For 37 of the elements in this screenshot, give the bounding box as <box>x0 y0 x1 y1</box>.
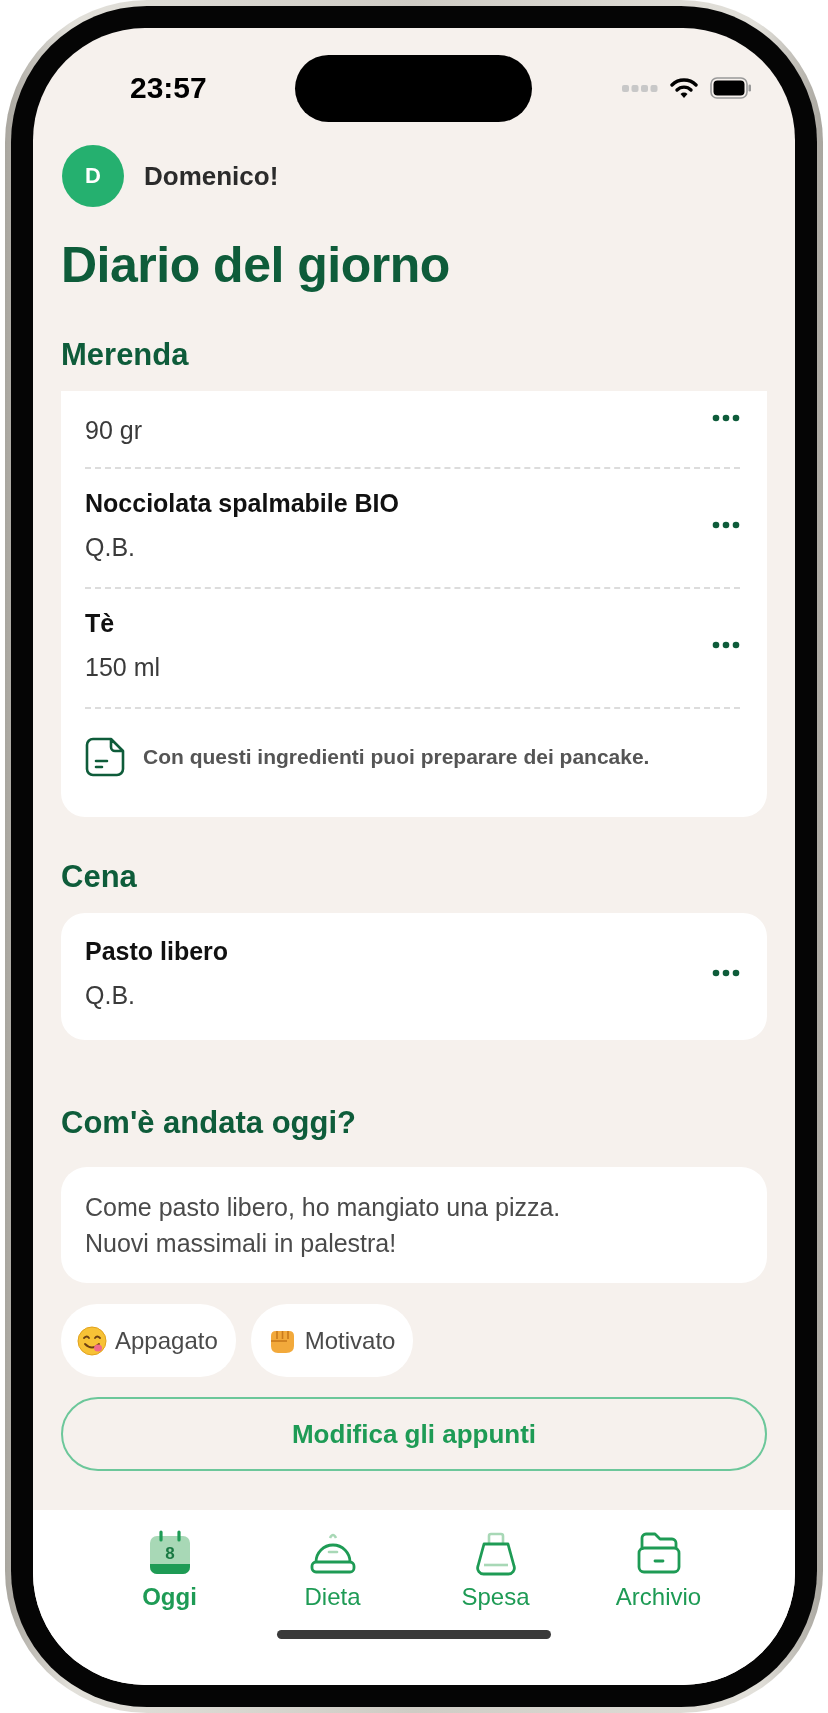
signal-icon <box>622 83 658 93</box>
more-icon <box>712 641 740 649</box>
more-icon <box>712 521 740 529</box>
greeting: Domenico! <box>144 160 279 192</box>
food-quantity: 150 ml <box>85 652 161 683</box>
note-icon <box>85 737 125 777</box>
food-name: Nocciolata spalmabile BIO <box>85 488 399 519</box>
more-button[interactable] <box>712 969 740 977</box>
edit-notes-button[interactable]: Modifica gli appunti <box>61 1397 767 1471</box>
more-button[interactable] <box>712 641 740 649</box>
mood-chip[interactable]: Appagato <box>61 1304 236 1377</box>
page-title: Diario del giorno <box>61 236 451 295</box>
avatar[interactable]: D <box>62 145 124 207</box>
section-heading: Cena <box>61 858 138 896</box>
tab[interactable]: Dieta <box>251 1530 414 1612</box>
status-time: 23:57 <box>130 72 207 104</box>
mood-chip[interactable]: Motivato <box>250 1304 414 1377</box>
note-text: Come pasto libero, ho mangiato una pizza. <box>85 1192 562 1223</box>
food-quantity: 90 gr <box>85 415 142 446</box>
tab[interactable]: Spesa <box>414 1530 577 1612</box>
smiley-icon <box>77 1325 107 1356</box>
food-name: Tè <box>85 608 116 639</box>
battery-icon <box>710 77 752 99</box>
wifi-icon <box>670 77 698 99</box>
section-heading: Com'è andata oggi? <box>61 1104 357 1142</box>
food-quantity: Q.B. <box>85 980 136 1011</box>
recipe-hint: Con questi ingredienti puoi preparare dei pancake. <box>143 744 650 770</box>
more-icon <box>712 414 740 422</box>
tab[interactable]: Archivio <box>577 1530 740 1612</box>
tab[interactable]: 8 Oggi <box>88 1530 251 1612</box>
food-name: Pasto libero <box>85 936 229 967</box>
note-text: Nuovi massimali in palestra! <box>85 1228 398 1259</box>
section-heading: Merenda <box>61 336 190 374</box>
food-quantity: Q.B. <box>85 532 136 563</box>
more-button[interactable] <box>712 414 740 422</box>
more-icon <box>712 969 740 977</box>
more-button[interactable] <box>712 521 740 529</box>
